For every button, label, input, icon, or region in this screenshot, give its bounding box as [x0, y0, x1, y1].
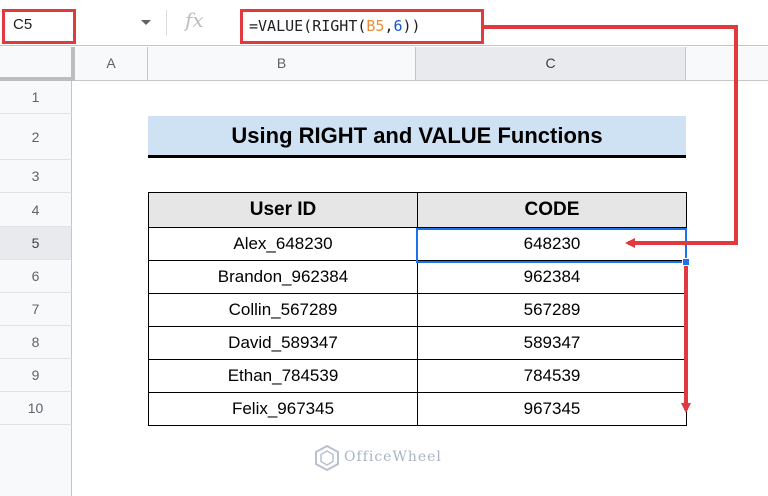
column-header-a[interactable]: A — [75, 47, 148, 81]
row-header-10[interactable]: 10 — [0, 392, 72, 425]
code-cell[interactable]: 567289 — [417, 293, 687, 327]
data-table: User ID CODE Alex_648230 648230 Brandon_… — [148, 192, 687, 426]
formula-input[interactable]: =VALUE(RIGHT(B5,6)) — [240, 9, 484, 44]
code-cell[interactable]: 589347 — [417, 326, 687, 360]
watermark-text: OfficeWheel — [344, 449, 442, 465]
fx-icon: fx — [185, 8, 204, 32]
formula-prefix: =VALUE(RIGHT( — [249, 17, 367, 35]
row-header-4[interactable]: 4 — [0, 193, 72, 227]
row-header-5[interactable]: 5 — [0, 227, 72, 260]
header-user-id[interactable]: User ID — [148, 192, 418, 228]
code-cell[interactable]: 648230 — [417, 227, 687, 261]
formula-cell-reference: B5 — [366, 17, 385, 35]
table-row: Felix_967345 967345 — [148, 392, 687, 426]
table-row: Alex_648230 648230 — [148, 227, 687, 261]
table-row: Ethan_784539 784539 — [148, 359, 687, 393]
code-cell[interactable]: 962384 — [417, 260, 687, 294]
table-row: David_589347 589347 — [148, 326, 687, 360]
sheet-title[interactable]: Using RIGHT and VALUE Functions — [148, 116, 686, 158]
officewheel-logo: OfficeWheel — [314, 443, 464, 473]
user-id-cell[interactable]: Brandon_962384 — [148, 260, 418, 294]
formula-suffix: )) — [402, 17, 421, 35]
user-id-cell[interactable]: Ethan_784539 — [148, 359, 418, 393]
select-all-corner[interactable] — [0, 47, 75, 81]
name-box[interactable]: C5 — [2, 9, 76, 44]
fill-handle[interactable] — [682, 258, 690, 266]
row-header-7[interactable]: 7 — [0, 293, 72, 326]
code-cell[interactable]: 967345 — [417, 392, 687, 426]
table-row: Collin_567289 567289 — [148, 293, 687, 327]
formula-bar: C5 fx =VALUE(RIGHT(B5,6)) — [0, 0, 768, 46]
row-header-empty — [0, 425, 72, 496]
column-header-b[interactable]: B — [148, 47, 416, 81]
user-id-cell[interactable]: Alex_648230 — [148, 227, 418, 261]
divider — [166, 10, 167, 36]
user-id-cell[interactable]: Felix_967345 — [148, 392, 418, 426]
row-header-1[interactable]: 1 — [0, 81, 72, 114]
row-header-9[interactable]: 9 — [0, 359, 72, 392]
row-header-8[interactable]: 8 — [0, 326, 72, 359]
column-header-c[interactable]: C — [416, 47, 686, 81]
table-row: Brandon_962384 962384 — [148, 260, 687, 294]
formula-number: 6 — [393, 17, 403, 35]
formula-comma: , — [384, 17, 394, 35]
user-id-cell[interactable]: David_589347 — [148, 326, 418, 360]
code-cell[interactable]: 784539 — [417, 359, 687, 393]
row-header-2[interactable]: 2 — [0, 114, 72, 160]
header-code[interactable]: CODE — [417, 192, 687, 228]
row-header-6[interactable]: 6 — [0, 260, 72, 293]
column-header-empty — [686, 47, 768, 81]
logo-icon — [315, 445, 339, 471]
chevron-down-icon[interactable] — [141, 20, 151, 25]
table-header-row: User ID CODE — [148, 192, 687, 228]
user-id-cell[interactable]: Collin_567289 — [148, 293, 418, 327]
row-header-3[interactable]: 3 — [0, 160, 72, 193]
